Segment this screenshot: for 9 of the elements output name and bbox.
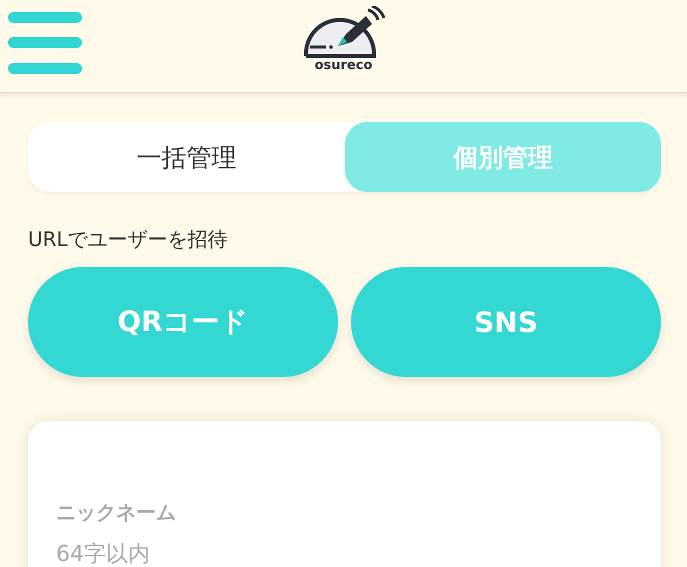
logo-icon (302, 6, 386, 58)
field-label: ニックネーム (56, 499, 177, 526)
logo-text: osureco (314, 59, 372, 73)
tab[interactable]: 一括管理 (28, 122, 344, 192)
invite-button[interactable]: SNS (351, 267, 661, 377)
invite-label: URLでユーザーを招待 (28, 226, 229, 253)
menu-icon[interactable] (8, 12, 82, 74)
invite-button[interactable]: QRコード (28, 267, 338, 377)
tab[interactable]: 個別管理 (344, 122, 661, 192)
